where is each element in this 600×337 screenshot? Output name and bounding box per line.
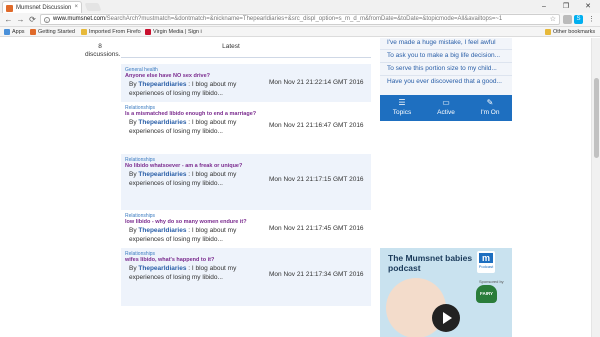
close-window-button[interactable]: ✕ <box>577 0 599 13</box>
table-row: Relationships wifes libido, what's happe… <box>121 248 371 306</box>
by-prefix: By <box>129 81 139 88</box>
thread-title[interactable]: low libido - why do so many women endure… <box>125 219 247 225</box>
by-prefix: By <box>129 119 139 126</box>
menu-icon[interactable]: ⋮ <box>586 14 597 25</box>
minimize-button[interactable]: – <box>533 0 555 13</box>
thread-title[interactable]: No libido whatsoever - am a freak or uni… <box>125 163 242 169</box>
extension-icon[interactable] <box>563 15 572 24</box>
chat-icon: ▭ <box>442 98 450 107</box>
thread-title[interactable]: Is a mismatched libido enough to end a m… <box>125 111 256 117</box>
author-link[interactable]: Thepearldiaries <box>138 119 186 126</box>
bookmark-label: Virgin Media | Sign i <box>153 29 202 35</box>
thread-byline: By Thepearldiaries : I blog about my exp… <box>129 80 261 98</box>
url-host: www.mumsnet.com <box>53 16 106 22</box>
thread-byline: By Thepearldiaries : I blog about my exp… <box>129 226 261 244</box>
bookmark-label: Getting Started <box>38 29 75 35</box>
bookmarks-bar: Apps Getting Started Imported From Firef… <box>0 27 600 37</box>
discussion-count: 8 discussions. <box>85 43 121 58</box>
pin-icon: ✎ <box>486 98 494 107</box>
list-icon: ☰ <box>398 98 406 107</box>
address-bar[interactable]: i www.mumsnet.com/SearchArch?mustmatch=&… <box>40 14 560 25</box>
new-tab-button[interactable] <box>84 3 102 11</box>
podcast-advert[interactable]: The Mumsnet babies podcast m Podcast Spo… <box>380 248 512 337</box>
sidebar-thread-link[interactable]: Have you ever discovered that a good... <box>387 78 502 85</box>
author-link[interactable]: Thepearldiaries <box>138 265 186 272</box>
author-link[interactable]: Thepearldiaries <box>138 171 186 178</box>
table-row: General health Anyone else have NO sex d… <box>121 64 371 102</box>
divider <box>380 62 512 63</box>
reload-icon[interactable]: ⟳ <box>27 14 38 25</box>
thread-date: Mon Nov 21 21:22:14 GMT 2016 <box>269 79 364 86</box>
logo-letter: m <box>479 253 493 263</box>
scrollbar-thumb[interactable] <box>594 78 599 158</box>
maximize-button[interactable]: ❐ <box>555 0 577 13</box>
author-link[interactable]: Thepearldiaries <box>138 227 186 234</box>
sponsor-logo: FAIRY <box>476 285 497 303</box>
nav-im-on[interactable]: ✎ I'm On <box>468 95 512 121</box>
bookmark-label: Other bookmarks <box>553 29 596 35</box>
table-row: Relationships Is a mismatched libido eno… <box>121 102 371 154</box>
browser-toolbar: ← → ⟳ i www.mumsnet.com/SearchArch?mustm… <box>0 13 600 27</box>
sidebar-nav: ☰ Topics ▭ Active ✎ I'm On <box>380 95 512 121</box>
browser-tab[interactable]: Mumsnet Discussion × <box>2 1 82 13</box>
info-icon[interactable]: i <box>44 17 50 23</box>
thread-date: Mon Nov 21 21:16:47 GMT 2016 <box>269 122 364 129</box>
thread-title[interactable]: wifes libido, what's happend to it? <box>125 257 214 263</box>
thread-date: Mon Nov 21 21:17:34 GMT 2016 <box>269 271 364 278</box>
sidebar-thread-link[interactable]: I've made a huge mistake, I feel awful <box>387 39 496 46</box>
page-scrollbar[interactable] <box>591 38 600 337</box>
page-content: 8 discussions. Latest General health Any… <box>0 38 600 337</box>
sponsored-label: Sponsored by <box>479 279 504 284</box>
logo-subtitle: Podcast <box>478 264 494 269</box>
nav-label: Active <box>437 109 455 116</box>
thread-title[interactable]: Anyone else have NO sex drive? <box>125 73 210 79</box>
author-link[interactable]: Thepearldiaries <box>138 81 186 88</box>
tab-title: Mumsnet Discussion <box>16 5 72 11</box>
bookmark-star-icon[interactable]: ☆ <box>550 15 556 23</box>
forward-arrow-icon[interactable]: → <box>15 14 26 25</box>
thread-byline: By Thepearldiaries : I blog about my exp… <box>129 118 261 136</box>
apps-grid-icon <box>4 29 10 35</box>
folder-icon <box>545 29 551 35</box>
nav-active[interactable]: ▭ Active <box>424 95 468 121</box>
bookmark-label: Imported From Firefo <box>89 29 141 35</box>
bookmark-imported[interactable]: Imported From Firefo <box>81 28 141 36</box>
url-path: /SearchArch?mustmatch=&dontmatch=&nickna… <box>105 16 503 22</box>
table-row: Relationships low libido - why do so man… <box>121 210 371 248</box>
mumsnet-podcast-logo: m Podcast <box>477 251 495 273</box>
divider <box>380 49 512 50</box>
bookmark-getting-started[interactable]: Getting Started <box>30 28 75 36</box>
by-prefix: By <box>129 227 139 234</box>
advert-headline: The Mumsnet babies podcast <box>388 253 473 273</box>
latest-column-header: Latest <box>222 43 240 50</box>
virgin-media-icon <box>145 29 151 35</box>
thread-byline: By Thepearldiaries : I blog about my exp… <box>129 170 261 188</box>
bookmark-apps[interactable]: Apps <box>4 28 25 36</box>
play-button-icon[interactable] <box>432 304 460 332</box>
nav-label: Topics <box>392 109 412 116</box>
sidebar-thread-link[interactable]: To serve this portion size to my child..… <box>387 65 497 72</box>
header-divider <box>121 57 371 58</box>
browser-titlebar: Mumsnet Discussion × – ❐ ✕ <box>0 0 600 13</box>
skype-extension-icon[interactable]: S <box>574 15 583 24</box>
firefox-icon <box>30 29 36 35</box>
by-prefix: By <box>129 171 139 178</box>
table-row: Relationships No libido whatsoever - am … <box>121 154 371 210</box>
thread-date: Mon Nov 21 21:17:15 GMT 2016 <box>269 176 364 183</box>
thread-byline: By Thepearldiaries : I blog about my exp… <box>129 264 261 282</box>
nav-topics[interactable]: ☰ Topics <box>380 95 424 121</box>
mumsnet-favicon-icon <box>6 5 13 12</box>
close-tab-icon[interactable]: × <box>74 4 78 10</box>
bookmark-other[interactable]: Other bookmarks <box>545 28 595 36</box>
divider <box>380 75 512 76</box>
folder-icon <box>81 29 87 35</box>
back-arrow-icon[interactable]: ← <box>3 14 14 25</box>
nav-label: I'm On <box>480 109 500 116</box>
by-prefix: By <box>129 265 139 272</box>
bookmark-label: Apps <box>12 29 25 35</box>
bookmark-virgin-media[interactable]: Virgin Media | Sign i <box>145 28 202 36</box>
thread-date: Mon Nov 21 21:17:45 GMT 2016 <box>269 225 364 232</box>
sidebar-thread-link[interactable]: To ask you to make a big life decision..… <box>387 52 500 59</box>
